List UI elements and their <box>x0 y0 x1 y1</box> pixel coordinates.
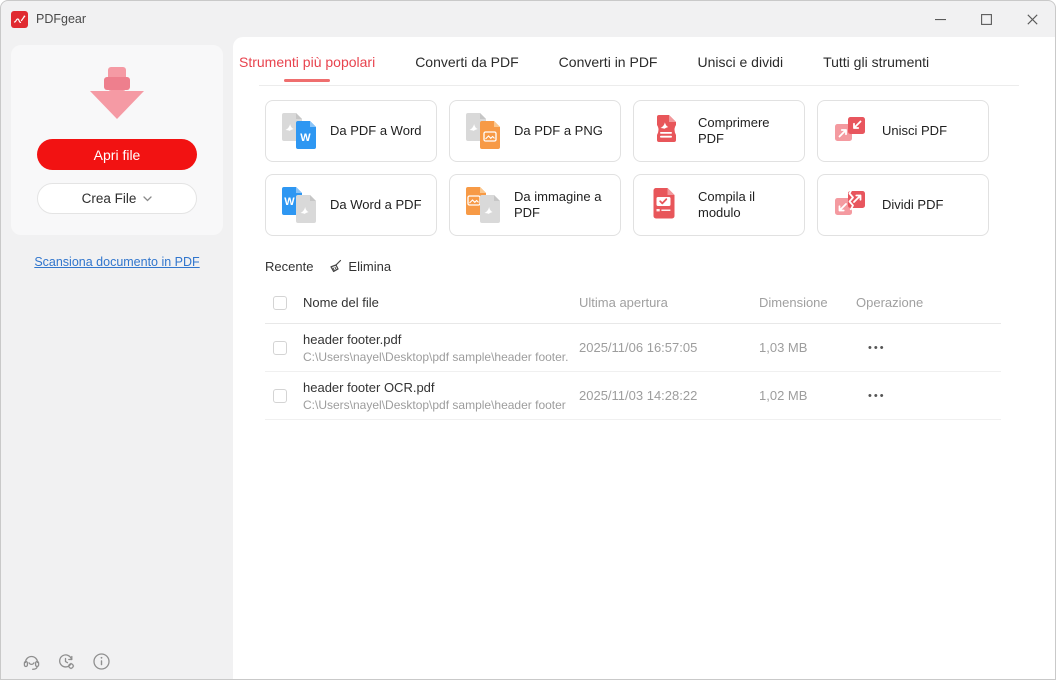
more-actions-icon[interactable]: ••• <box>868 390 1001 402</box>
tab-tutti-gli-strumenti[interactable]: Tutti gli strumenti <box>823 54 929 70</box>
row-checkbox[interactable] <box>273 388 287 403</box>
file-name: header footer.pdf <box>303 331 402 347</box>
table-row[interactable]: header footer.pdf C:\Users\nayel\Desktop… <box>265 324 1001 372</box>
tool-split-pdf[interactable]: Dividi PDF <box>817 174 989 236</box>
fill-form-icon <box>653 188 675 219</box>
sidebar: Apri file Crea File Scansiona documento … <box>1 37 233 679</box>
file-name-cell: header footer OCR.pdf C:\Users\nayel\Des… <box>303 380 579 412</box>
sidebar-footer <box>21 651 111 671</box>
row-checkbox[interactable] <box>273 340 287 355</box>
column-header-operation: Operazione <box>856 295 924 310</box>
tool-label: Da PDF a PNG <box>514 122 603 138</box>
tool-compress-pdf[interactable]: Comprimere PDF <box>633 100 805 162</box>
open-file-card: Apri file Crea File <box>11 45 223 235</box>
titlebar: PDFgear <box>1 1 1055 37</box>
recent-title: Recente <box>265 258 314 274</box>
recent-files-table: Nome del file Ultima apertura Dimensione… <box>265 282 1001 420</box>
tab-bar: Strumenti più popolari Converti da PDF C… <box>239 37 1019 70</box>
maximize-button[interactable] <box>963 1 1009 37</box>
file-size-cell: 1,02 MB <box>759 388 808 403</box>
tool-label: Unisci PDF <box>882 122 948 138</box>
tool-label: Da PDF a Word <box>330 122 422 138</box>
column-header-opened: Ultima apertura <box>579 295 668 310</box>
merge-pdf-icon <box>835 117 865 141</box>
tool-pdf-to-word[interactable]: W Da PDF a Word <box>265 100 437 162</box>
tool-label: Comprimere PDF <box>698 114 770 146</box>
scan-to-pdf-link[interactable]: Scansiona documento in PDF <box>1 255 233 269</box>
create-file-button[interactable]: Crea File <box>37 183 197 214</box>
last-opened-cell: 2025/11/06 16:57:05 <box>579 340 698 355</box>
column-header-size: Dimensione <box>759 295 828 310</box>
tools-grid: W Da PDF a Word Da PDF a PNG Comprimere … <box>265 100 1019 236</box>
column-header-name: Nome del file <box>303 295 379 310</box>
delete-recent-button[interactable]: Elimina <box>327 258 391 274</box>
tool-pdf-to-png[interactable]: Da PDF a PNG <box>449 100 621 162</box>
app-title: PDFgear <box>36 12 87 26</box>
tab-strumenti-piu-popolari[interactable]: Strumenti più popolari <box>239 54 375 70</box>
table-header-row: Nome del file Ultima apertura Dimensione… <box>265 282 1001 324</box>
table-row[interactable]: header footer OCR.pdf C:\Users\nayel\Des… <box>265 372 1001 420</box>
support-icon[interactable] <box>21 651 41 671</box>
chevron-down-icon <box>143 195 153 201</box>
main-panel: Strumenti più popolari Converti da PDF C… <box>233 37 1055 679</box>
svg-text:W: W <box>300 132 311 144</box>
download-arrow-icon <box>80 65 154 128</box>
file-path: C:\Users\nayel\Desktop\pdf sample\header… <box>303 349 569 364</box>
svg-text:W: W <box>284 196 295 208</box>
tool-merge-pdf[interactable]: Unisci PDF <box>817 100 989 162</box>
recent-section-header: Recente Elimina <box>265 258 1019 274</box>
tab-converti-in-pdf[interactable]: Converti in PDF <box>559 54 658 70</box>
app-window: PDFgear Apri file Crea File Scansiona do… <box>0 0 1056 680</box>
tool-word-to-pdf[interactable]: W Da Word a PDF <box>265 174 437 236</box>
tool-label: Dividi PDF <box>882 196 944 212</box>
open-file-button[interactable]: Apri file <box>37 139 197 170</box>
update-history-icon[interactable] <box>56 651 76 671</box>
file-name: header footer OCR.pdf <box>303 379 435 395</box>
select-all-checkbox[interactable] <box>273 295 287 310</box>
tab-unisci-e-dividi[interactable]: Unisci e dividi <box>697 54 783 70</box>
pdf-to-png-icon <box>466 113 500 149</box>
tab-divider <box>259 85 1019 86</box>
tool-image-to-pdf[interactable]: Da immagine a PDF <box>449 174 621 236</box>
create-file-label: Crea File <box>81 191 137 206</box>
file-path: C:\Users\nayel\Desktop\pdf sample\header… <box>303 397 566 412</box>
tab-converti-da-pdf[interactable]: Converti da PDF <box>415 54 518 70</box>
file-size-cell: 1,03 MB <box>759 340 808 355</box>
tool-label: Da Word a PDF <box>330 196 422 212</box>
delete-recent-label: Elimina <box>348 258 392 274</box>
pdf-to-word-icon: W <box>282 113 316 149</box>
info-icon[interactable] <box>91 651 111 671</box>
more-actions-icon[interactable]: ••• <box>868 342 1001 354</box>
broom-icon <box>330 259 342 273</box>
word-to-pdf-icon: W <box>282 187 316 223</box>
pdfgear-logo-icon <box>11 10 28 28</box>
tool-fill-form[interactable]: Compila il modulo <box>633 174 805 236</box>
minimize-button[interactable] <box>917 1 963 37</box>
last-opened-cell: 2025/11/03 14:28:22 <box>579 388 698 403</box>
close-button[interactable] <box>1009 1 1055 37</box>
image-to-pdf-icon <box>466 187 500 223</box>
compress-pdf-icon <box>657 115 676 142</box>
tool-label: Da immagine a PDF <box>514 188 602 220</box>
file-name-cell: header footer.pdf C:\Users\nayel\Desktop… <box>303 332 579 364</box>
window-controls <box>917 1 1055 37</box>
tool-label: Compila il modulo <box>698 188 756 220</box>
split-pdf-icon <box>835 188 865 215</box>
